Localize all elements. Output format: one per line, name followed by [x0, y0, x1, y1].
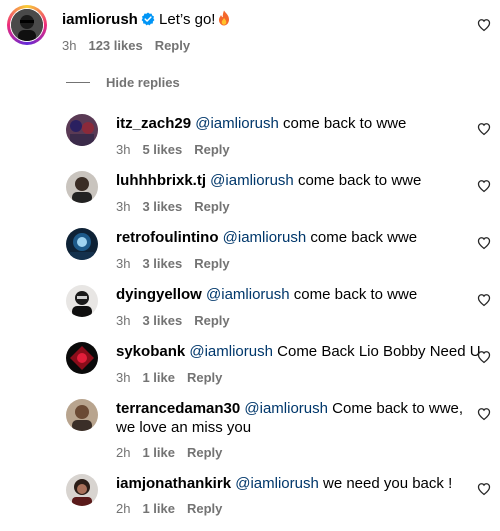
timestamp: 3h [116, 370, 131, 385]
comment-meta: 3h 123 likes Reply [62, 38, 202, 54]
comment-meta: 2h 1 like Reply [116, 501, 234, 517]
username[interactable]: iamliorush [62, 11, 138, 28]
like-count[interactable]: 123 likes [88, 38, 142, 53]
reply-button[interactable]: Reply [187, 370, 222, 385]
avatar[interactable] [66, 285, 98, 317]
heart-outline-icon[interactable] [477, 407, 491, 421]
comment-line: retrofoulintino @iamliorush come back ww… [116, 228, 417, 248]
like-count[interactable]: 3 likes [142, 256, 182, 271]
heart-outline-icon[interactable] [477, 482, 491, 496]
mention-link[interactable]: @iamliorush [223, 229, 307, 246]
comment-line: itz_zach29 @iamliorush come back to wwe [116, 114, 406, 134]
reply-button[interactable]: Reply [194, 313, 229, 328]
timestamp: 3h [116, 313, 131, 328]
username[interactable]: luhhhbrixk.tj [116, 172, 206, 189]
fire-emoji-icon [218, 10, 230, 26]
mention-link[interactable]: @iamliorush [210, 172, 294, 189]
reply-button[interactable]: Reply [187, 501, 222, 516]
comment-line: iamliorush Let’s go! [62, 10, 230, 30]
reply-button[interactable]: Reply [194, 256, 229, 271]
like-count[interactable]: 1 like [142, 445, 175, 460]
comment-meta: 3h 3 likes Reply [116, 199, 242, 215]
heart-outline-icon[interactable] [477, 350, 491, 364]
comment-text: come back to wwe [293, 286, 418, 303]
username[interactable]: retrofoulintino [116, 229, 218, 246]
comment-meta: 2h 1 like Reply [116, 445, 234, 461]
heart-outline-icon[interactable] [477, 122, 491, 136]
mention-link[interactable]: @iamliorush [189, 343, 273, 360]
like-count[interactable]: 5 likes [142, 142, 182, 157]
like-count[interactable]: 3 likes [142, 199, 182, 214]
comment-line: sykobank @iamliorush Come Back Lio Bobby… [116, 342, 481, 362]
timestamp: 3h [62, 38, 77, 53]
avatar[interactable] [66, 171, 98, 203]
comment-meta: 3h 3 likes Reply [116, 256, 242, 272]
timestamp: 2h [116, 445, 131, 460]
reply-button[interactable]: Reply [194, 142, 229, 157]
reply-button[interactable]: Reply [187, 445, 222, 460]
divider [66, 81, 90, 83]
username[interactable]: terrancedaman30 [116, 400, 240, 417]
avatar[interactable] [66, 474, 98, 506]
mention-link[interactable]: @iamliorush [244, 400, 328, 417]
comment-text: come back to wwe [297, 172, 422, 189]
username[interactable]: dyingyellow [116, 286, 202, 303]
comment-text: come back wwe [310, 229, 418, 246]
username[interactable]: sykobank [116, 343, 185, 360]
avatar[interactable] [66, 228, 98, 260]
verified-badge-icon [141, 12, 155, 26]
comment-line: terrancedaman30 @iamliorush Come back to… [116, 399, 463, 419]
timestamp: 3h [116, 199, 131, 214]
comment-text: we love an miss you [116, 419, 252, 436]
avatar[interactable] [11, 9, 43, 41]
comment-text: Come back to wwe, [332, 400, 464, 417]
avatar[interactable] [66, 114, 98, 146]
like-count[interactable]: 1 like [142, 370, 175, 385]
mention-link[interactable]: @iamliorush [206, 286, 290, 303]
comment-line: luhhhbrixk.tj @iamliorush come back to w… [116, 171, 421, 191]
comment-text: we need you back ! [322, 475, 453, 492]
heart-outline-icon[interactable] [477, 179, 491, 193]
hide-replies-toggle[interactable]: Hide replies [66, 73, 180, 91]
comment-meta: 3h 3 likes Reply [116, 313, 242, 329]
heart-outline-icon[interactable] [477, 18, 491, 32]
heart-outline-icon[interactable] [477, 293, 491, 307]
avatar[interactable] [66, 399, 98, 431]
reply-button[interactable]: Reply [155, 38, 190, 53]
comment-line-continued: we love an miss you [116, 418, 251, 438]
comment-meta: 3h 1 like Reply [116, 370, 234, 386]
username[interactable]: iamjonathankirk [116, 475, 231, 492]
comment-line: dyingyellow @iamliorush come back to wwe [116, 285, 417, 305]
mention-link[interactable]: @iamliorush [195, 115, 279, 132]
like-count[interactable]: 1 like [142, 501, 175, 516]
timestamp: 3h [116, 256, 131, 271]
mention-link[interactable]: @iamliorush [235, 475, 319, 492]
reply-button[interactable]: Reply [194, 199, 229, 214]
timestamp: 3h [116, 142, 131, 157]
heart-outline-icon[interactable] [477, 236, 491, 250]
like-count[interactable]: 3 likes [142, 313, 182, 328]
avatar[interactable] [66, 342, 98, 374]
comment-text: Let’s go! [159, 11, 216, 28]
comment-line: iamjonathankirk @iamliorush we need you … [116, 474, 452, 494]
story-ring[interactable] [7, 5, 47, 45]
comment-text: Come Back Lio Bobby Need U [277, 343, 481, 360]
comment-text: come back to wwe [282, 115, 407, 132]
comment-meta: 3h 5 likes Reply [116, 142, 242, 158]
hide-replies-label[interactable]: Hide replies [106, 75, 180, 90]
username[interactable]: itz_zach29 [116, 115, 191, 132]
timestamp: 2h [116, 501, 131, 516]
